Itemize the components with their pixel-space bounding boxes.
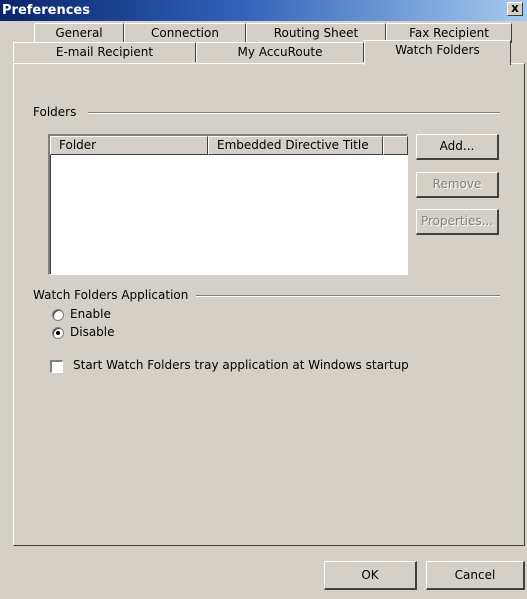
radio-selected-dot: [56, 331, 60, 335]
column-header-filler: [383, 136, 408, 155]
cancel-button[interactable]: Cancel: [426, 561, 525, 590]
tab-email-recipient[interactable]: E-mail Recipient: [13, 42, 196, 62]
startup-checkbox[interactable]: [50, 360, 63, 373]
tab-label: Fax Recipient: [409, 26, 489, 40]
ok-button[interactable]: OK: [324, 561, 417, 590]
tab-label: Routing Sheet: [273, 26, 359, 40]
add-button[interactable]: Add...: [416, 134, 499, 160]
folders-list[interactable]: Folder Embedded Directive Title: [48, 134, 408, 275]
tab-label: My AccuRoute: [237, 45, 323, 59]
tab-label: General: [55, 26, 103, 40]
startup-checkbox-label[interactable]: Start Watch Folders tray application at …: [73, 358, 409, 372]
window-title: Preferences: [2, 3, 90, 18]
watch-app-group-label: Watch Folders Application: [30, 288, 192, 302]
watch-app-group-line: [196, 295, 500, 297]
enable-radio-label[interactable]: Enable: [70, 307, 111, 321]
remove-button-label: Remove: [432, 177, 482, 191]
close-icon: x: [511, 1, 519, 15]
folders-group-line: [88, 112, 500, 114]
tab-connection[interactable]: Connection: [124, 23, 246, 43]
remove-button[interactable]: Remove: [416, 172, 499, 198]
tab-watch-folders[interactable]: Watch Folders: [364, 40, 511, 65]
column-label: Embedded Directive Title: [217, 138, 369, 152]
tab-label: Connection: [151, 26, 219, 40]
properties-button[interactable]: Properties...: [416, 209, 499, 235]
enable-radio[interactable]: [52, 309, 64, 321]
tab-my-accuroute[interactable]: My AccuRoute: [196, 42, 364, 62]
add-button-label: Add...: [439, 139, 475, 153]
properties-button-label: Properties...: [420, 214, 494, 228]
disable-radio[interactable]: [52, 327, 64, 339]
folders-group-label: Folders: [30, 105, 80, 119]
column-header-folder[interactable]: Folder: [50, 136, 208, 155]
ok-button-label: OK: [361, 568, 379, 582]
column-label: Folder: [59, 138, 97, 152]
tab-label: Watch Folders: [395, 43, 480, 57]
disable-radio-label[interactable]: Disable: [70, 325, 115, 339]
column-header-directive-title[interactable]: Embedded Directive Title: [208, 136, 383, 155]
title-bar: Preferences x: [0, 0, 527, 21]
close-button[interactable]: x: [507, 2, 523, 16]
tab-general[interactable]: General: [34, 23, 124, 43]
tab-label: E-mail Recipient: [55, 45, 154, 59]
cancel-button-label: Cancel: [454, 568, 496, 582]
